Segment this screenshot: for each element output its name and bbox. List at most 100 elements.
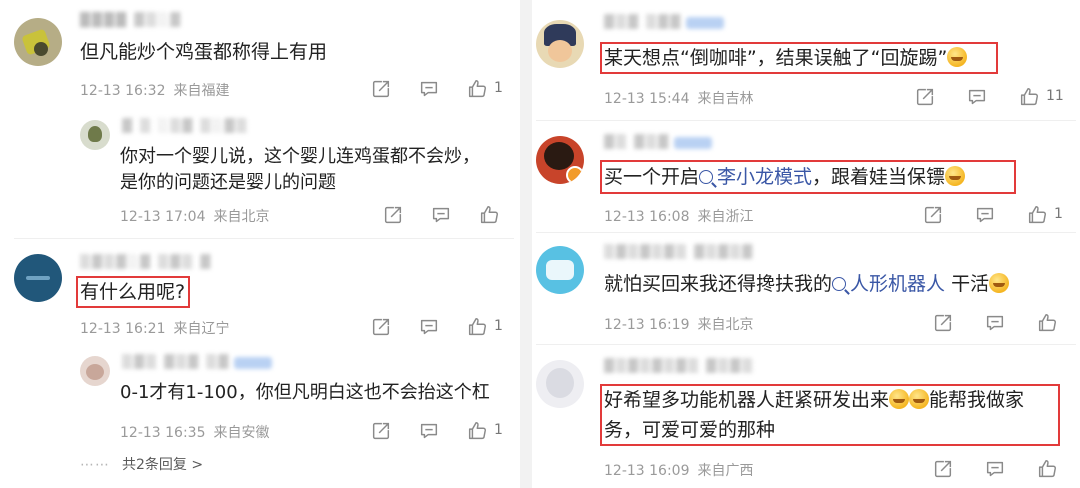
location: 来自北京 <box>697 317 754 333</box>
share-icon[interactable] <box>370 78 392 100</box>
comment-icon[interactable] <box>430 204 452 226</box>
comment-actions <box>932 458 1072 480</box>
right-comment-panel: ▓▒▓ ▒▓▓ 某天想点“倒咖啡”，结果误触了“回旋踢” 12-13 15:44… <box>532 0 1080 488</box>
username[interactable]: ▒▓▒▓░▓ ▒▓▒ ▓ <box>80 256 212 270</box>
divider <box>536 344 1076 345</box>
comment-text: 务，可爱可爱的那种 <box>604 419 776 441</box>
timestamp: 12-13 15:44 <box>604 91 690 107</box>
comment-meta: 12-13 16:08 来自浙江 <box>604 206 753 226</box>
like-icon[interactable] <box>1026 204 1048 226</box>
like-icon[interactable] <box>1036 312 1058 334</box>
comment-text: 某天想点“倒咖啡”，结果误触了“回旋踢” <box>604 42 968 74</box>
avatar[interactable] <box>14 254 62 302</box>
like-icon[interactable] <box>478 204 500 226</box>
search-keyword-icon <box>832 277 847 291</box>
location: 来自广西 <box>697 463 754 479</box>
comment-text: 好希望多功能机器人赶紧研发出来 能帮我做家 <box>604 389 1025 411</box>
share-icon[interactable] <box>932 458 954 480</box>
reply-text: 0-1才有1-100，你但凡明白这也不会抬这个杠 <box>120 382 490 403</box>
reply-text: 是你的问题还是婴儿的问题 <box>120 172 336 193</box>
avatar[interactable] <box>536 246 584 294</box>
comment-icon[interactable] <box>418 78 440 100</box>
avatar[interactable] <box>536 360 584 408</box>
username[interactable]: ▓▒▓▒▓▒▓▒ ▓▒▓▒ <box>604 360 754 374</box>
like-count: 11 <box>1046 88 1064 104</box>
like-icon[interactable] <box>466 316 488 338</box>
comment-text: 有什么用呢? <box>80 281 186 303</box>
keyword-link[interactable]: 李小龙模式 <box>699 166 812 188</box>
location: 来自辽宁 <box>173 321 230 337</box>
comment-actions <box>932 312 1072 334</box>
location: 来自福建 <box>173 83 230 99</box>
like-count: 1 <box>494 422 503 438</box>
view-more-replies[interactable]: ⋯⋯ 共2条回复 > <box>80 454 203 474</box>
comment-meta: 12-13 16:09 来自广西 <box>604 460 753 480</box>
location: 来自北京 <box>213 209 270 225</box>
comment-icon[interactable] <box>966 86 988 108</box>
comment-item: ████ ▓▒░▓ 但凡能炒个鸡蛋都称得上有用 12-13 16:32 来自福建 … <box>0 0 520 240</box>
share-icon[interactable] <box>932 312 954 334</box>
avatar[interactable] <box>536 136 584 184</box>
comment-icon[interactable] <box>984 312 1006 334</box>
avatar[interactable] <box>536 20 584 68</box>
comment-icon[interactable] <box>418 316 440 338</box>
divider <box>536 232 1076 233</box>
comment-meta: 12-13 16:32 来自福建 <box>80 80 229 100</box>
avatar[interactable] <box>80 120 110 150</box>
username[interactable]: ▓ ▒ ░▒▓ ▒░▓▒ <box>122 120 248 134</box>
comment-item: ▓▒▓ ▒▓▓ 某天想点“倒咖啡”，结果误触了“回旋踢” 12-13 15:44… <box>532 0 1080 120</box>
comment-actions: 1 <box>922 204 1072 226</box>
comment-meta: 12-13 15:44 来自吉林 <box>604 88 753 108</box>
comment-item: ▓▒▓▒▓▒▓▒ ▓▒▓▒ 好希望多功能机器人赶紧研发出来 能帮我做家 务，可爱可… <box>532 346 1080 488</box>
comment-text: 就怕买回来我还得搀扶我的 人形机器人 干活 <box>604 268 1010 300</box>
username[interactable]: ▓▒ ▓▒▓ <box>604 136 713 150</box>
like-icon[interactable] <box>1018 86 1040 108</box>
comment-actions: 1 <box>370 316 510 338</box>
username[interactable]: ▒▓▒▓▒▓▒ ▓▒▓▒▓ <box>604 246 754 260</box>
keyword-link[interactable]: 人形机器人 <box>832 273 945 295</box>
comment-item: ▒▓▒▓░▓ ▒▓▒ ▓ 有什么用呢? 12-13 16:21 来自辽宁 1 ▒▓… <box>0 240 520 488</box>
username[interactable]: ▓▒▓ ▒▓▓ <box>604 16 725 30</box>
comment-actions <box>382 204 502 226</box>
avatar[interactable] <box>80 356 110 386</box>
timestamp: 12-13 16:08 <box>604 209 690 225</box>
like-count: 1 <box>494 80 503 96</box>
share-icon[interactable] <box>382 204 404 226</box>
comment-icon[interactable] <box>974 204 996 226</box>
comment-actions: 11 <box>914 86 1074 108</box>
share-icon[interactable] <box>370 316 392 338</box>
share-icon[interactable] <box>914 86 936 108</box>
share-icon[interactable] <box>922 204 944 226</box>
like-count: 1 <box>494 318 503 334</box>
like-icon[interactable] <box>1036 458 1058 480</box>
avatar[interactable] <box>14 18 62 66</box>
location: 来自吉林 <box>697 91 754 107</box>
divider <box>14 238 514 239</box>
emoji-icon <box>889 389 910 409</box>
comment-text: 买一个开启 李小龙模式，跟着娃当保镖 <box>604 161 966 193</box>
timestamp: 12-13 17:04 <box>120 209 206 225</box>
like-count: 1 <box>1054 206 1063 222</box>
search-keyword-icon <box>699 170 714 184</box>
comment-meta: 12-13 17:04 来自北京 <box>120 206 269 226</box>
emoji-icon <box>909 389 930 409</box>
comment-icon[interactable] <box>984 458 1006 480</box>
like-icon[interactable] <box>466 78 488 100</box>
more-replies-label[interactable]: 共2条回复 > <box>122 457 203 473</box>
emoji-icon <box>947 47 968 67</box>
timestamp: 12-13 16:35 <box>120 425 206 441</box>
timestamp: 12-13 16:32 <box>80 83 166 99</box>
comment-item: ▓▒ ▓▒▓ 买一个开启 李小龙模式，跟着娃当保镖 12-13 16:08 来自浙江… <box>532 122 1080 232</box>
timestamp: 12-13 16:21 <box>80 321 166 337</box>
location: 来自浙江 <box>697 209 754 225</box>
comment-actions: 1 <box>370 420 510 442</box>
comment-text: 但凡能炒个鸡蛋都称得上有用 <box>80 41 328 63</box>
username[interactable]: ████ ▓▒░▓ <box>80 14 182 28</box>
username[interactable]: ▒▓▒ ▓▒▓ ▒▓ <box>122 356 273 370</box>
comment-meta: 12-13 16:21 来自辽宁 <box>80 318 229 338</box>
comment-icon[interactable] <box>418 420 440 442</box>
emoji-icon <box>945 166 966 186</box>
share-icon[interactable] <box>370 420 392 442</box>
like-icon[interactable] <box>466 420 488 442</box>
comment-item: ▒▓▒▓▒▓▒ ▓▒▓▒▓ 就怕买回来我还得搀扶我的 人形机器人 干活 12-13… <box>532 234 1080 344</box>
